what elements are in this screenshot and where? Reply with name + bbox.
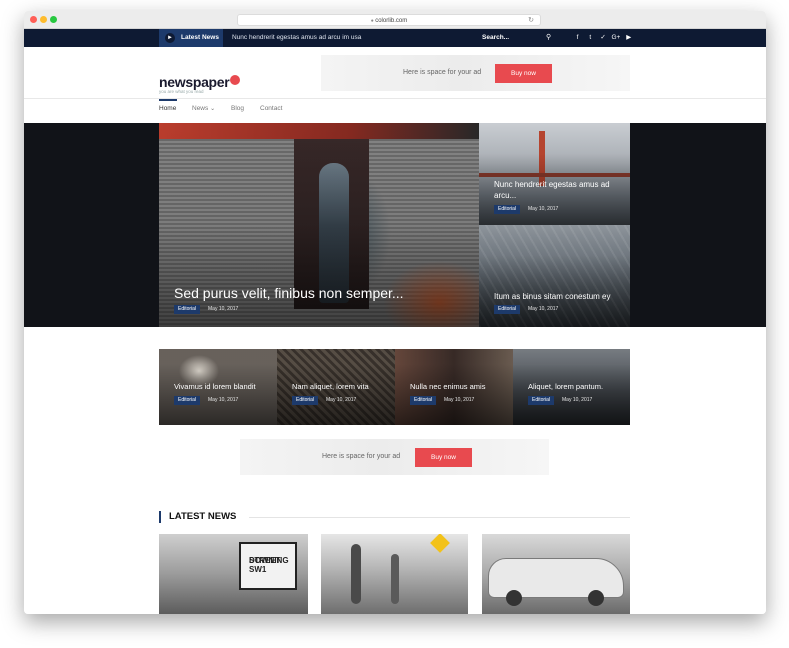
- nav-news-label: News: [192, 105, 209, 112]
- site-logo[interactable]: newspaper: [159, 74, 241, 90]
- strip-4-title[interactable]: Aliquet, lorem pantum.: [528, 382, 603, 391]
- strip-1-date: May 10, 2017: [208, 397, 239, 403]
- side-feature-1[interactable]: Nunc hendrerit egestas amus ad arcu... E…: [479, 123, 630, 225]
- mid-ad-banner: Here is space for your ad Buy now: [240, 439, 549, 475]
- latest-news-card-3[interactable]: [482, 534, 630, 614]
- side-2-title[interactable]: Itum as binus sitam conestum ey: [494, 291, 611, 302]
- browser-window: ● colorlib.com ↻ ► Latest News Nunc hend…: [24, 11, 766, 614]
- google-plus-icon[interactable]: G+: [610, 29, 621, 47]
- header-buy-now-button[interactable]: Buy now: [495, 64, 552, 83]
- social-links: f t ✓ G+ ▶: [572, 29, 634, 47]
- section-accent-bar: [159, 511, 161, 523]
- strip-1-title[interactable]: Vivamus id lorem blandit: [174, 382, 256, 391]
- strip-3-title[interactable]: Nulla nec enimus amis: [410, 382, 485, 391]
- crossing-sign-icon: [430, 534, 450, 553]
- strip-card-2[interactable]: Nam aliquet, lorem vita Editorial May 10…: [277, 349, 395, 425]
- strip-3-tag[interactable]: Editorial: [410, 396, 437, 405]
- side-2-tag[interactable]: Editorial: [494, 305, 521, 314]
- latest-news-label: Latest News: [181, 34, 219, 41]
- car-wheel-front: [506, 590, 522, 606]
- nav-news[interactable]: News ⌄: [192, 99, 215, 119]
- youtube-icon[interactable]: ▶: [623, 29, 634, 47]
- strip-card-4[interactable]: Aliquet, lorem pantum. Editorial May 10,…: [513, 349, 630, 425]
- strip-2-tag[interactable]: Editorial: [292, 396, 319, 405]
- megaphone-icon: ►: [165, 33, 175, 43]
- side-1-tag[interactable]: Editorial: [494, 205, 521, 214]
- strip-4-tag[interactable]: Editorial: [528, 396, 555, 405]
- pedestrian-image-2: [391, 554, 399, 604]
- side-1-title-line2[interactable]: arcu...: [494, 190, 516, 201]
- header-ad-text: Here is space for your ad: [403, 69, 482, 76]
- maximize-dot-icon[interactable]: [50, 16, 57, 23]
- sign-line-2: STREET SW1: [249, 556, 281, 574]
- side-1-title-line1[interactable]: Nunc hendrerit egestas amus ad: [494, 179, 610, 190]
- main-nav: Home News ⌄ Blog Contact: [24, 99, 766, 123]
- address-url: colorlib.com: [375, 18, 408, 24]
- car-wheel-rear: [588, 590, 604, 606]
- hero-tag[interactable]: Editorial: [174, 305, 201, 314]
- latest-news-heading: LATEST NEWS: [169, 511, 237, 522]
- street-sign-image: DOWNING STREET SW1: [239, 542, 297, 590]
- search-icon[interactable]: ⚲: [546, 29, 551, 47]
- strip-4-date: May 10, 2017: [562, 397, 593, 403]
- logo-text: newspaper: [159, 74, 230, 90]
- close-dot-icon[interactable]: [30, 16, 37, 23]
- strip-2-date: May 10, 2017: [326, 397, 357, 403]
- twitter-icon[interactable]: ✓: [598, 29, 609, 47]
- side-2-date: May 10, 2017: [528, 306, 559, 312]
- nav-blog[interactable]: Blog: [231, 99, 244, 119]
- facebook-icon[interactable]: f: [572, 29, 583, 47]
- strip-card-3[interactable]: Nulla nec enimus amis Editorial May 10, …: [395, 349, 513, 425]
- tumblr-icon[interactable]: t: [585, 29, 596, 47]
- strip-2-title[interactable]: Nam aliquet, lorem vita: [292, 382, 369, 391]
- hero-title[interactable]: Sed purus velit, finibus non semper...: [174, 285, 404, 301]
- pedestrian-image: [351, 544, 361, 604]
- latest-news-card-2[interactable]: [321, 534, 468, 614]
- hero-date: May 10, 2017: [208, 306, 239, 312]
- nav-contact[interactable]: Contact: [260, 99, 282, 119]
- latest-news-badge: ► Latest News: [159, 29, 223, 47]
- mid-ad-text: Here is space for your ad: [322, 453, 401, 460]
- header-ad-banner: Here is space for your ad Buy now: [321, 55, 630, 91]
- strip-3-date: May 10, 2017: [444, 397, 475, 403]
- address-bar[interactable]: ● colorlib.com ↻: [237, 14, 541, 26]
- logo-mark-icon: [230, 75, 241, 85]
- strip-1-tag[interactable]: Editorial: [174, 396, 201, 405]
- site-tagline: you are what you read: [159, 89, 204, 94]
- top-bar: ► Latest News Nunc hendrerit egestas amu…: [24, 29, 766, 47]
- section-divider: [249, 517, 630, 518]
- strip-card-1[interactable]: Vivamus id lorem blandit Editorial May 1…: [159, 349, 277, 425]
- search-input[interactable]: Search...: [482, 29, 509, 47]
- nav-home[interactable]: Home: [159, 99, 176, 119]
- latest-news-card-1[interactable]: DOWNING STREET SW1: [159, 534, 308, 614]
- mid-buy-now-button[interactable]: Buy now: [415, 448, 472, 467]
- side-feature-2[interactable]: Itum as binus sitam conestum ey Editoria…: [479, 225, 630, 327]
- chevron-down-icon: ⌄: [210, 106, 216, 112]
- minimize-dot-icon[interactable]: [40, 16, 47, 23]
- news-ticker[interactable]: Nunc hendrerit egestas amus ad arcu im u…: [232, 29, 361, 47]
- browser-chrome: ● colorlib.com ↻: [24, 11, 766, 29]
- hero-feature[interactable]: Sed purus velit, finibus non semper... E…: [159, 123, 479, 327]
- side-1-date: May 10, 2017: [528, 206, 559, 212]
- reload-icon[interactable]: ↻: [528, 15, 534, 27]
